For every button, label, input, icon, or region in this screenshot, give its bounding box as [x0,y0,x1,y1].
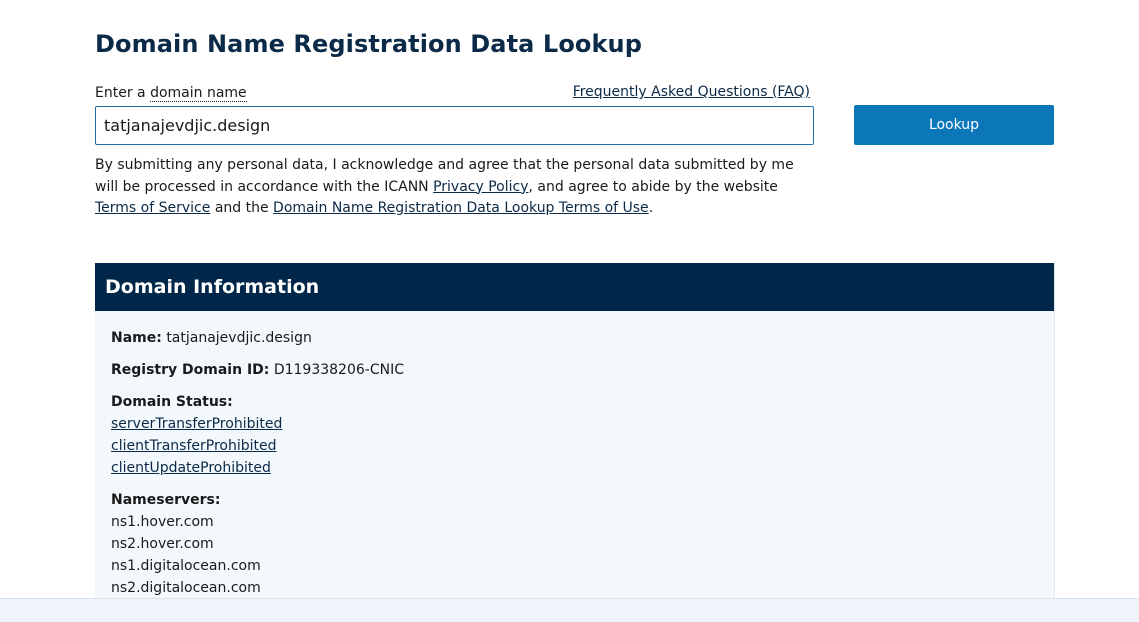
domain-information-header: Domain Information [95,263,1054,311]
domain-information-panel: Domain Information Name: tatjanajevdjic.… [95,263,1055,622]
nameservers-label: Nameservers: [111,492,221,508]
bottom-bar [0,598,1139,622]
page: Domain Name Registration Data Lookup Ent… [0,0,1139,622]
terms-of-use-link[interactable]: Domain Name Registration Data Lookup Ter… [273,200,649,216]
nameserver-item: ns2.hover.com [111,536,214,552]
page-title: Domain Name Registration Data Lookup [95,30,643,58]
name-row: Name: tatjanajevdjic.design [111,327,1038,349]
domain-status-label: Domain Status: [111,394,233,410]
disclaimer-text: , and agree to abide by the website [528,178,778,195]
nameserver-item: ns1.hover.com [111,514,214,530]
status-link[interactable]: clientUpdateProhibited [111,457,1038,479]
name-label: Name: [111,330,162,346]
domain-search-input[interactable] [95,106,814,145]
nameservers-row: Nameservers: ns1.hover.com ns2.hover.com… [111,489,1038,599]
lookup-button[interactable]: Lookup [854,105,1054,145]
status-link[interactable]: serverTransferProhibited [111,413,1038,435]
privacy-policy-link[interactable]: Privacy Policy [433,179,528,195]
status-link[interactable]: clientTransferProhibited [111,435,1038,457]
registry-id-value: D119338206-CNIC [273,362,404,378]
domain-name-term[interactable]: domain name [150,85,247,102]
domain-information-body: Name: tatjanajevdjic.design Registry Dom… [95,311,1054,599]
disclaimer-text: . [648,200,654,216]
registry-id-label: Registry Domain ID: [111,362,270,378]
terms-of-service-link[interactable]: Terms of Service [95,200,210,216]
domain-input-label: Enter a domain name [95,85,247,102]
label-prefix: Enter a [95,85,151,101]
faq-link[interactable]: Frequently Asked Questions (FAQ) [573,84,810,100]
consent-disclaimer: By submitting any personal data, I ackno… [95,155,815,220]
nameserver-item: ns1.digitalocean.com [111,558,261,574]
registry-id-row: Registry Domain ID: D119338206-CNIC [111,359,1038,381]
domain-status-row: Domain Status: serverTransferProhibited … [111,391,1038,479]
name-value: tatjanajevdjic.design [166,330,312,346]
disclaimer-text: and the [210,200,274,216]
nameserver-item: ns2.digitalocean.com [111,580,261,596]
